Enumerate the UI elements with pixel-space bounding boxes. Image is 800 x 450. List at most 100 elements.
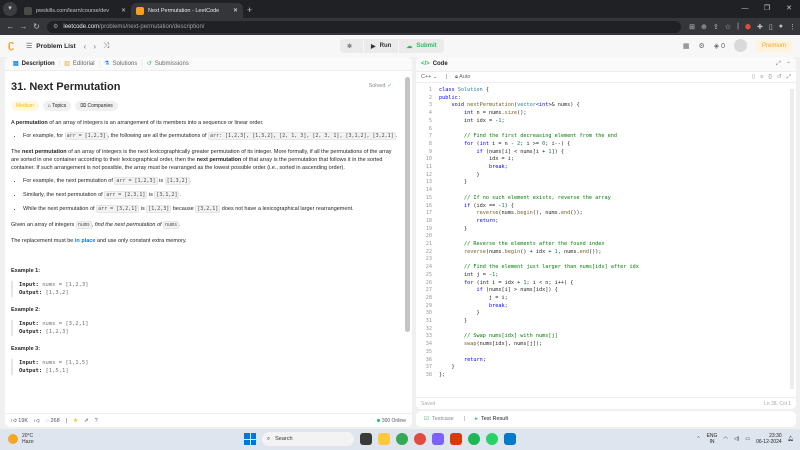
- avatar[interactable]: [733, 39, 747, 52]
- weather-widget[interactable]: 20°C Haze: [8, 433, 34, 445]
- taskbar-search[interactable]: ⌕ Search: [262, 432, 354, 446]
- url-input[interactable]: ⚙ leetcode.com/problems/next-permutation…: [47, 20, 682, 33]
- code-line[interactable]: 29 break;: [416, 303, 788, 311]
- extensions-puzzle-icon[interactable]: ✚: [757, 23, 763, 31]
- wifi-icon[interactable]: ◠: [723, 436, 727, 442]
- code-line[interactable]: 34 swap(nums[idx], nums[j]);: [416, 341, 788, 349]
- code-line[interactable]: 13 }: [416, 179, 788, 187]
- extension-icon[interactable]: ⬢: [745, 23, 751, 31]
- code-line[interactable]: 15 // If no such element exists, reverse…: [416, 195, 788, 203]
- code-line[interactable]: 8 for (int i = n - 2; i >= 0; i--) {: [416, 141, 788, 149]
- code-line[interactable]: 12 }: [416, 172, 788, 180]
- dislike-icon[interactable]: 👎︎: [34, 418, 40, 424]
- code-line[interactable]: 20: [416, 233, 788, 241]
- code-line[interactable]: 28 j = i;: [416, 295, 788, 303]
- tab-testcase[interactable]: ☑ Testcase: [424, 416, 454, 422]
- code-line[interactable]: 36 return;: [416, 357, 788, 365]
- spotify-icon[interactable]: [468, 433, 480, 445]
- back-icon[interactable]: ←: [4, 22, 17, 31]
- brave-icon[interactable]: [414, 433, 426, 445]
- favorite-star-icon[interactable]: ★: [73, 418, 78, 424]
- code-line[interactable]: 31 }: [416, 318, 788, 326]
- code-line[interactable]: 32: [416, 326, 788, 334]
- browser-menu-icon[interactable]: ⋮: [789, 23, 796, 31]
- bookmark-icon[interactable]: ▯: [752, 74, 755, 81]
- tray-chevron-icon[interactable]: ⌃: [696, 436, 700, 442]
- topics-chip[interactable]: ⌂ Topics: [42, 101, 72, 111]
- code-line[interactable]: 33 // Swap nums[idx] with nums[j]: [416, 333, 788, 341]
- format-icon[interactable]: ≡: [760, 74, 763, 81]
- start-button[interactable]: [244, 433, 256, 445]
- debug-button[interactable]: ✱: [340, 39, 364, 53]
- code-line[interactable]: 9 if (nums[i] < nums[i + 1]) {: [416, 149, 788, 157]
- code-line[interactable]: 21 // Reverse the elements after the fou…: [416, 241, 788, 249]
- problem-list-link[interactable]: Problem List: [36, 43, 75, 50]
- code-line[interactable]: 38};: [416, 372, 788, 380]
- file-explorer-icon[interactable]: [378, 433, 390, 445]
- streak-counter[interactable]: ◈ 0: [714, 42, 725, 50]
- code-line[interactable]: 5 int idx = -1;: [416, 118, 788, 126]
- tab-search-icon[interactable]: ▾: [3, 2, 17, 16]
- code-line[interactable]: 30 }: [416, 310, 788, 318]
- code-editor[interactable]: 1 class Solution {2 public: 3 void nextPerm…: [416, 87, 788, 392]
- browser-tab-leetcode[interactable]: Next Permutation - LeetCode ✕: [131, 3, 243, 18]
- code-line[interactable]: 25 int j = -1;: [416, 272, 788, 280]
- shuffle-icon[interactable]: ⤨: [103, 41, 109, 51]
- code-line[interactable]: 6: [416, 126, 788, 134]
- code-line[interactable]: 17 reverse(nums.begin(), nums.end());: [416, 210, 788, 218]
- description-scrollbar[interactable]: [405, 77, 410, 332]
- code-line[interactable]: 11 break;: [416, 164, 788, 172]
- auto-mode-toggle[interactable]: 🔒︎ Auto: [455, 74, 470, 81]
- close-window-icon[interactable]: ✕: [778, 0, 800, 18]
- comments-button[interactable]: ◌ 268: [46, 418, 60, 424]
- code-line[interactable]: 10 idx = i;: [416, 156, 788, 164]
- vscode-icon[interactable]: [504, 433, 516, 445]
- prev-problem-icon[interactable]: ‹: [84, 42, 87, 51]
- zoom-icon[interactable]: ⊕: [701, 23, 707, 31]
- notification-icon[interactable]: 🔔︎: [788, 436, 794, 442]
- layout-icon[interactable]: ▦: [683, 42, 690, 50]
- fullscreen-icon[interactable]: ⤢: [787, 74, 791, 81]
- code-line[interactable]: 7 // Find the first decreasing element f…: [416, 133, 788, 141]
- bookmark-star-icon[interactable]: ☆: [725, 23, 731, 31]
- code-line[interactable]: 4 int n = nums.size();: [416, 110, 788, 118]
- language-select[interactable]: C++ ⌄: [421, 74, 438, 80]
- reload-icon[interactable]: ↻: [30, 22, 43, 31]
- code-line[interactable]: 1 class Solution {: [416, 87, 788, 95]
- tab-solutions[interactable]: ⚗ Solutions: [100, 60, 141, 68]
- run-button[interactable]: ▶ Run: [364, 39, 399, 53]
- premium-button[interactable]: Premium: [755, 39, 792, 52]
- code-line[interactable]: 3 void nextPermutation(vector<int>& nums…: [416, 102, 788, 110]
- code-line[interactable]: 37 }: [416, 364, 788, 372]
- leetcode-logo-icon[interactable]: ʗ: [8, 39, 20, 53]
- language-indicator[interactable]: ENG IN: [707, 433, 718, 445]
- tab-editorial[interactable]: ▥ Editorial: [60, 60, 98, 68]
- forward-icon[interactable]: →: [17, 22, 30, 31]
- editor-scrollbar[interactable]: [790, 89, 794, 389]
- like-button[interactable]: 👍︎ 19K: [11, 418, 28, 424]
- battery-icon[interactable]: ▭: [745, 436, 750, 442]
- share-link-icon[interactable]: ⇗: [84, 418, 89, 424]
- collapse-panel-icon[interactable]: ⌃: [786, 61, 791, 68]
- translate-icon[interactable]: ⊞: [689, 23, 695, 31]
- minimize-icon[interactable]: —: [734, 0, 756, 18]
- reset-icon[interactable]: ↺: [777, 74, 782, 81]
- tab-test-result[interactable]: ▸ Test Result: [475, 416, 508, 422]
- share-icon[interactable]: ⇪: [713, 23, 719, 31]
- code-line[interactable]: 27 if (nums[i] > nums[idx]) {: [416, 287, 788, 295]
- tab-close-icon[interactable]: ✕: [121, 7, 126, 14]
- code-line[interactable]: 26 for (int i = idx + 1; i < n; i++) {: [416, 280, 788, 288]
- problem-list-icon[interactable]: ☰: [26, 42, 32, 50]
- volume-icon[interactable]: ◁): [734, 436, 740, 442]
- maximize-panel-icon[interactable]: ⤢: [776, 61, 781, 68]
- app-icon[interactable]: [360, 433, 372, 445]
- code-line[interactable]: 14: [416, 187, 788, 195]
- maximize-icon[interactable]: ❐: [756, 0, 778, 18]
- braces-icon[interactable]: {}: [768, 74, 772, 81]
- submit-button[interactable]: ☁ Submit: [399, 39, 444, 53]
- office-icon[interactable]: [450, 433, 462, 445]
- chrome-icon[interactable]: [396, 433, 408, 445]
- tab-close-icon[interactable]: ✕: [233, 7, 238, 14]
- app-icon[interactable]: [432, 433, 444, 445]
- code-line[interactable]: 2 public:: [416, 95, 788, 103]
